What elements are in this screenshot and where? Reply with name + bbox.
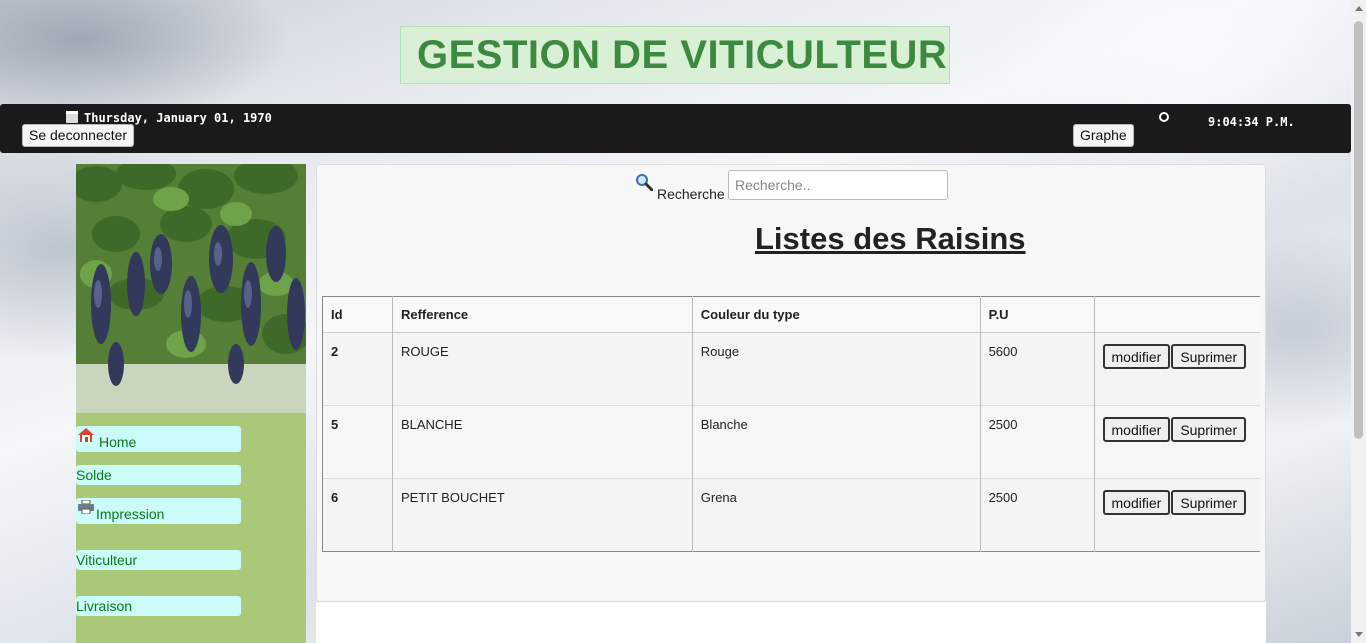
sidebar-item-impression[interactable]: Impression bbox=[76, 498, 241, 524]
cell-pu: 2500 bbox=[980, 405, 1095, 479]
sidebar-item-home[interactable]: Home bbox=[76, 426, 241, 452]
page-scrollbar[interactable] bbox=[1351, 0, 1366, 643]
cell-couleur: Grena bbox=[692, 478, 981, 552]
sidebar-item-solde[interactable]: Solde bbox=[76, 465, 241, 485]
delete-button[interactable]: Suprimer bbox=[1171, 344, 1247, 369]
column-header-actions bbox=[1094, 297, 1260, 333]
printer-icon bbox=[78, 500, 94, 514]
cell-reference: ROUGE bbox=[392, 332, 693, 406]
table-header-row: Id Refference Couleur du type P.U bbox=[322, 296, 1260, 333]
delete-button[interactable]: Suprimer bbox=[1171, 417, 1247, 442]
edit-button[interactable]: modifier bbox=[1102, 490, 1171, 515]
house-icon bbox=[78, 428, 94, 442]
column-header-pu: P.U bbox=[980, 296, 1095, 333]
sidebar-item-label: Impression bbox=[96, 506, 165, 522]
main-panel: Recherche Listes des Raisins Id Refferen… bbox=[316, 164, 1266, 602]
cell-couleur: Blanche bbox=[692, 405, 981, 479]
app-title: GESTION DE VITICULTEUR bbox=[417, 33, 948, 77]
search-icon bbox=[636, 174, 653, 191]
sidebar-item-label: Livraison bbox=[76, 598, 133, 614]
cell-actions: modifier Suprimer bbox=[1094, 333, 1260, 406]
scroll-up-icon[interactable] bbox=[1355, 6, 1363, 11]
page-title: Listes des Raisins bbox=[755, 221, 1026, 256]
sidebar-item-label: Solde bbox=[76, 467, 112, 483]
sidebar-item-label: Viticulteur bbox=[76, 552, 138, 568]
column-header-id: Id bbox=[322, 296, 393, 333]
cell-pu: 5600 bbox=[980, 332, 1095, 406]
raisins-table: Id Refference Couleur du type P.U 2 ROUG… bbox=[322, 296, 1260, 552]
table-row: 5 BLANCHE Blanche 2500 modifier Suprimer bbox=[322, 405, 1260, 479]
main-panel-footer bbox=[316, 602, 1266, 643]
graph-button[interactable]: Graphe bbox=[1073, 124, 1134, 147]
grape-vine-image bbox=[76, 164, 306, 413]
search-label: Recherche bbox=[657, 186, 725, 202]
column-header-couleur: Couleur du type bbox=[692, 296, 981, 333]
column-header-reference: Refference bbox=[392, 296, 693, 333]
search-input[interactable] bbox=[728, 170, 948, 200]
app-title-box: GESTION DE VITICULTEUR bbox=[400, 26, 950, 84]
delete-button[interactable]: Suprimer bbox=[1171, 490, 1247, 515]
edit-button[interactable]: modifier bbox=[1102, 344, 1171, 369]
sidebar-item-label: Home bbox=[99, 434, 137, 450]
table-row: 2 ROUGE Rouge 5600 modifier Suprimer bbox=[322, 332, 1260, 406]
calendar-icon bbox=[66, 111, 78, 123]
cell-id: 6 bbox=[322, 478, 393, 552]
cell-id: 2 bbox=[322, 332, 393, 406]
scroll-down-icon[interactable] bbox=[1355, 632, 1363, 637]
clock-icon bbox=[1159, 112, 1169, 122]
edit-button[interactable]: modifier bbox=[1102, 417, 1171, 442]
date-text: Thursday, January 01, 1970 bbox=[84, 111, 272, 125]
sidebar: Home Solde Impression Viticulteur Livrai… bbox=[76, 164, 306, 643]
top-bar: Thursday, January 01, 1970 Se deconnecte… bbox=[0, 104, 1351, 153]
date-display: Thursday, January 01, 1970 bbox=[66, 111, 272, 125]
table-row: 6 PETIT BOUCHET Grena 2500 modifier Supri… bbox=[322, 478, 1260, 552]
cell-reference: BLANCHE bbox=[392, 405, 693, 479]
cell-actions: modifier Suprimer bbox=[1094, 479, 1260, 552]
sidebar-item-viticulteur[interactable]: Viticulteur bbox=[76, 550, 241, 570]
sidebar-item-livraison[interactable]: Livraison bbox=[76, 596, 241, 616]
time-display: 9:04:34 P.M. bbox=[1208, 115, 1295, 129]
logout-button[interactable]: Se deconnecter bbox=[22, 124, 135, 147]
cell-pu: 2500 bbox=[980, 478, 1095, 552]
scrollbar-thumb[interactable] bbox=[1354, 21, 1363, 439]
cell-couleur: Rouge bbox=[692, 332, 981, 406]
cell-actions: modifier Suprimer bbox=[1094, 406, 1260, 479]
cell-reference: PETIT BOUCHET bbox=[392, 478, 693, 552]
cell-id: 5 bbox=[322, 405, 393, 479]
